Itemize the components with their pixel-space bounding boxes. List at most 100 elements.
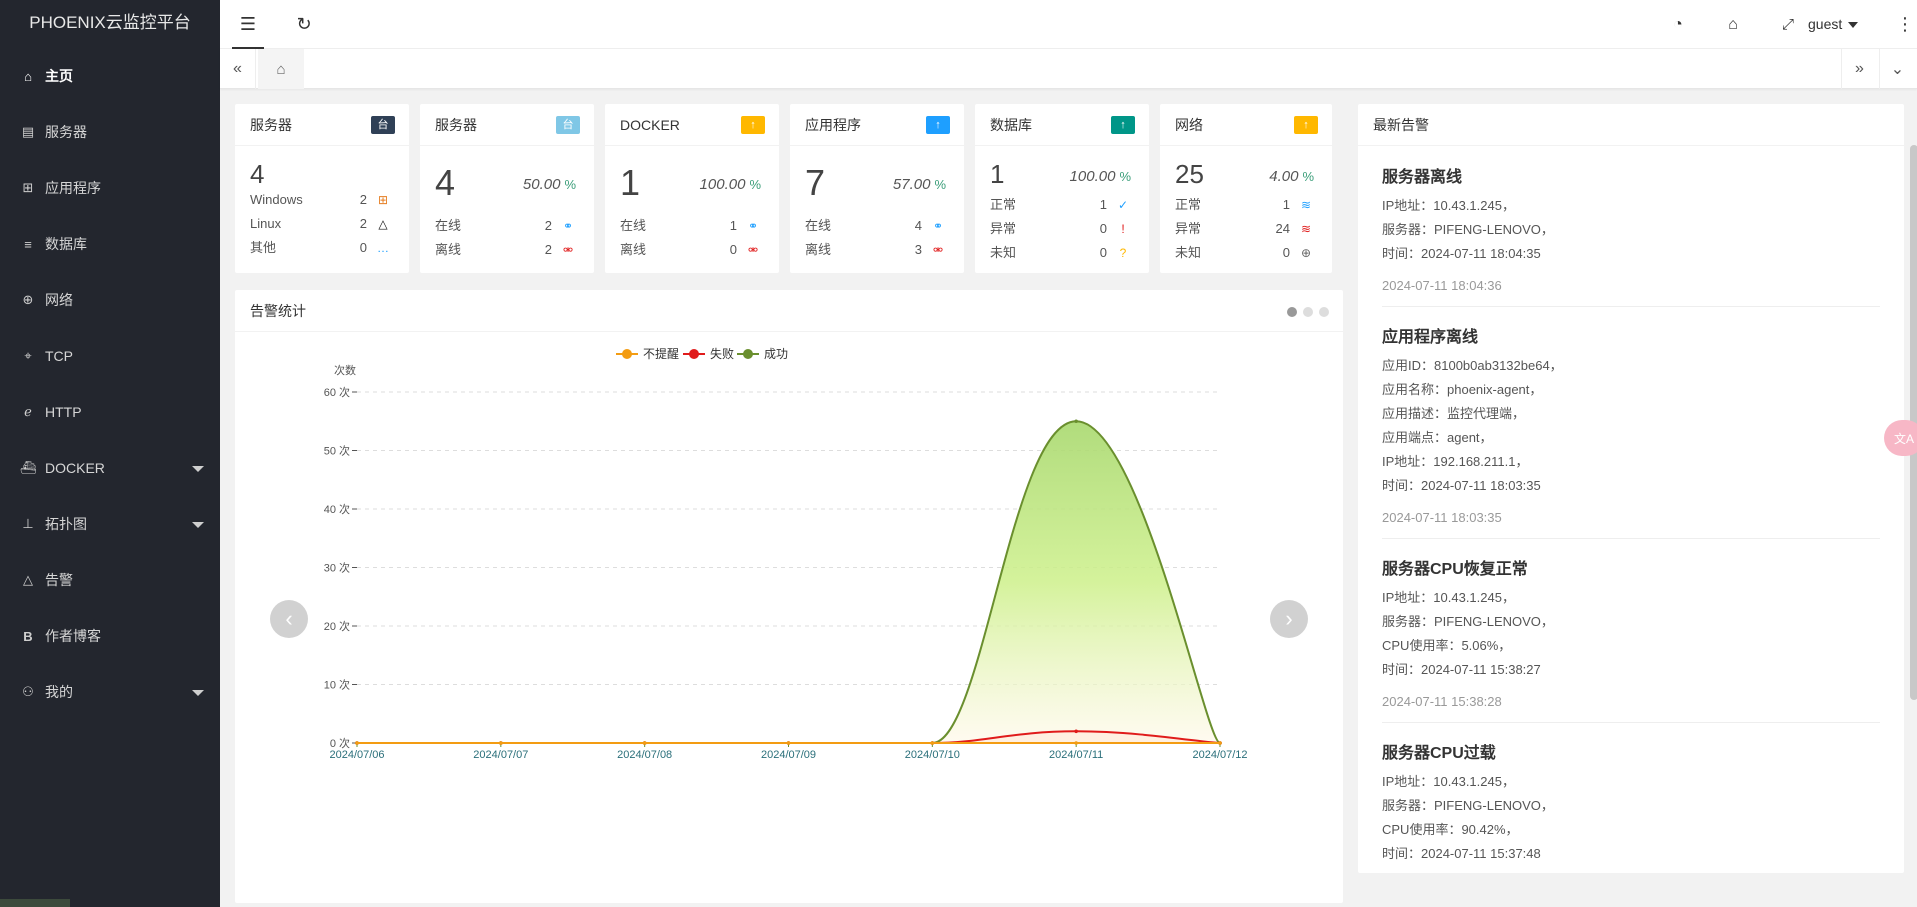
latest-alerts-panel: 最新告警 服务器离线 IP地址：10.43.1.245， 服务器：PIFENG-LE… bbox=[1358, 104, 1904, 873]
more-icon: ⋮ bbox=[1896, 14, 1914, 34]
card-title: 服务器 bbox=[250, 117, 292, 133]
home-icon: ⌂ bbox=[24, 68, 32, 84]
wifi-off-icon: ≋ bbox=[1300, 222, 1312, 236]
online-percent: 57.00% bbox=[892, 176, 946, 193]
translate-float-button[interactable]: 文A bbox=[1884, 420, 1917, 456]
alert-detail: 服务器：PIFENG-LENOVO， bbox=[1382, 614, 1554, 629]
alert-title: 服务器离线 bbox=[1382, 169, 1463, 186]
x-tick-label: 2024/07/12 bbox=[1192, 749, 1247, 761]
sidebar-item-3[interactable]: ≡ 数据库 bbox=[0, 216, 220, 272]
sidebar-item-4[interactable]: ⊕ 网络 bbox=[0, 272, 220, 328]
sidebar-item-2[interactable]: ⊞ 应用程序 bbox=[0, 160, 220, 216]
divider bbox=[1382, 722, 1880, 723]
tab-scroll-left-button[interactable]: « bbox=[220, 49, 256, 89]
y-tick-label: 40 次 bbox=[324, 502, 350, 516]
y-tick-label: 30 次 bbox=[324, 561, 350, 575]
alert-detail: 应用描述：监控代理端， bbox=[1382, 406, 1526, 421]
sidebar-item-6[interactable]: ℯ HTTP bbox=[0, 384, 220, 440]
caret-down-icon bbox=[192, 466, 204, 472]
docker-icon: ⛴ bbox=[19, 460, 37, 475]
alarm-stats-panel: 告警统计 0 次 10 次 20 次 30 次 40 次 50 次 60 次 次数 2024/0… bbox=[235, 290, 1343, 903]
card-badge: ↑ bbox=[926, 116, 950, 134]
unlink-icon: ⚮ bbox=[747, 243, 759, 257]
online-percent: 50.00% bbox=[522, 176, 576, 193]
chevron-right-icon: › bbox=[1285, 606, 1293, 631]
more-button[interactable]: ⋮ bbox=[1892, 0, 1917, 49]
total-count: 1 bbox=[620, 162, 641, 203]
data-point bbox=[786, 741, 791, 745]
server-icon: ▤ bbox=[21, 124, 35, 139]
link-icon: ⚭ bbox=[747, 219, 759, 233]
top-header: ☰ ↻ ◔ ⌂ ⤢ guest ⋮ bbox=[220, 0, 1917, 49]
wifi-icon: ≋ bbox=[1300, 198, 1312, 212]
link-icon: ⚭ bbox=[932, 219, 944, 233]
tag-button[interactable]: ⌂ bbox=[1705, 0, 1761, 49]
total-count: 4 bbox=[435, 162, 456, 203]
carousel-dot[interactable] bbox=[1319, 307, 1329, 317]
double-right-icon: » bbox=[1855, 60, 1864, 77]
sidebar-item-label: 服务器 bbox=[45, 124, 87, 140]
menu-fold-icon: ☰ bbox=[239, 14, 257, 34]
legend-marker bbox=[622, 349, 632, 359]
tag-icon: ⌂ bbox=[1728, 15, 1738, 33]
alert-timestamp: 2024-07-11 18:04:36 bbox=[1382, 278, 1502, 293]
alert-item[interactable]: 服务器CPU恢复正常 IP地址：10.43.1.245， 服务器：PIFENG-LE… bbox=[1382, 558, 1880, 714]
sidebar-item-7[interactable]: ⛴ DOCKER bbox=[0, 440, 220, 496]
user-menu[interactable]: guest bbox=[1808, 0, 1859, 49]
alert-timestamp: 2024-07-11 18:03:35 bbox=[1382, 510, 1502, 525]
row-abnormal: 异常 0! bbox=[990, 219, 1131, 239]
sidebar-item-1[interactable]: ▤ 服务器 bbox=[0, 104, 220, 160]
y-tick-label: 0 次 bbox=[330, 736, 350, 750]
sidebar-item-10[interactable]: B 作者博客 bbox=[0, 608, 220, 664]
total-count: 25 bbox=[1175, 159, 1204, 189]
card-title: 数据库 bbox=[990, 117, 1032, 133]
double-left-icon: « bbox=[233, 60, 242, 77]
os-row-windows: Windows 2 ⊞ bbox=[250, 190, 391, 210]
sidebar-item-label: 应用程序 bbox=[45, 180, 101, 196]
app-title: PHOENIX云监控平台 bbox=[29, 13, 191, 32]
sidebar-item-label: HTTP bbox=[45, 404, 82, 420]
row-unknown: 未知 0? bbox=[990, 243, 1131, 263]
status-indicator bbox=[0, 899, 70, 907]
tab-bar: « ⌂ » ⌄ bbox=[220, 49, 1917, 89]
card-title: 服务器 bbox=[435, 117, 477, 133]
unlink-icon: ⚮ bbox=[562, 243, 574, 257]
refresh-button[interactable]: ↻ bbox=[276, 0, 332, 49]
card-badge: ↑ bbox=[1111, 116, 1135, 134]
alert-item[interactable]: 服务器CPU过载 IP地址：10.43.1.245， 服务器：PIFENG-LENO… bbox=[1382, 742, 1880, 866]
caret-down-icon bbox=[192, 522, 204, 528]
carousel-next-button[interactable]: › bbox=[1270, 600, 1308, 638]
alert-title: 服务器CPU过载 bbox=[1382, 745, 1496, 762]
sidebar-item-11[interactable]: ⚇ 我的 bbox=[0, 664, 220, 720]
sidebar-item-5[interactable]: ⌖ TCP bbox=[0, 328, 220, 384]
row-abnormal: 异常 24 ≋ bbox=[1175, 219, 1314, 239]
sidebar-item-8[interactable]: ⊥ 拓扑图 bbox=[0, 496, 220, 552]
tab-home[interactable]: ⌂ bbox=[258, 49, 304, 89]
carousel-dot[interactable] bbox=[1287, 307, 1297, 317]
collapse-menu-button[interactable]: ☰ bbox=[220, 0, 276, 49]
carousel-prev-button[interactable]: ‹ bbox=[270, 600, 308, 638]
alert-item[interactable]: 应用程序离线 应用ID：8100b0ab3132be64， 应用名称：phoenix… bbox=[1382, 326, 1880, 530]
alert-item[interactable]: 服务器离线 IP地址：10.43.1.245， 服务器：PIFENG-LENOVO，… bbox=[1382, 166, 1880, 298]
sidebar-item-label: 拓扑图 bbox=[45, 516, 87, 532]
tab-scroll-right-button[interactable]: » bbox=[1841, 49, 1877, 89]
sidebar: PHOENIX云监控平台 ⌂ 主页 ▤ 服务器 ⊞ 应用程序 ≡ 数据库 ⊕ 网络 ⌖ TCP ℯ HTT… bbox=[0, 0, 220, 907]
legend-label: 不提醒 bbox=[643, 346, 679, 361]
sidebar-item-9[interactable]: △ 告警 bbox=[0, 552, 220, 608]
theme-button[interactable]: ◔ bbox=[1650, 0, 1706, 49]
alert-detail: IP地址：10.43.1.245， bbox=[1382, 774, 1515, 789]
app-icon: ⊞ bbox=[22, 180, 34, 195]
row-normal: 正常 1 ✓ bbox=[990, 195, 1131, 215]
sidebar-item-0[interactable]: ⌂ 主页 bbox=[0, 48, 220, 104]
tab-menu-button[interactable]: ⌄ bbox=[1879, 49, 1915, 89]
total-count: 1 bbox=[990, 159, 1005, 189]
unlink-icon: ⚮ bbox=[932, 243, 944, 257]
card-title: DOCKER bbox=[620, 117, 680, 133]
y-tick-label: 50 次 bbox=[324, 444, 350, 458]
y-tick-label: 60 次 bbox=[324, 385, 350, 399]
online-percent: 100.00% bbox=[699, 176, 761, 193]
alert-detail: 应用端点：agent， bbox=[1382, 430, 1493, 445]
alert-title: 应用程序离线 bbox=[1382, 329, 1479, 346]
sidebar-item-label: 主页 bbox=[45, 68, 73, 84]
carousel-dot[interactable] bbox=[1303, 307, 1313, 317]
